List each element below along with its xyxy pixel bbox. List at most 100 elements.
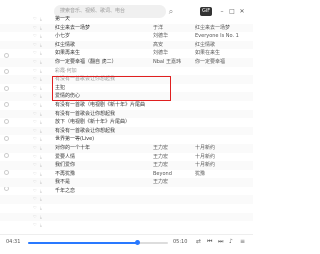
heart-icon[interactable]: ♡ [33, 32, 38, 41]
download-icon[interactable]: ⤓ [40, 101, 45, 110]
table-row[interactable]: ♡ ⤓ 有没有一首歌会让你想起我 [0, 126, 253, 136]
download-icon[interactable]: ⤓ [40, 15, 45, 24]
table-row[interactable]: ♡ ⤓ 世界第一等(Live) [0, 135, 253, 144]
table-row[interactable]: ♡ ⤓ 爱情的伤心 [0, 92, 253, 101]
table-row[interactable]: ♡ ⤓ 对你的一个十年 王力宏 十月新约 [0, 143, 253, 153]
heart-icon[interactable]: ♡ [33, 221, 38, 230]
song-list: ♡ ⤓ 第一天 ♡ ⤓ 红尘来去一场梦 于洋 红尘来去一场梦 ♡ ⤓ 小七岁 刘德华 Everyone … [0, 15, 253, 230]
heart-icon[interactable]: ♡ [33, 92, 38, 101]
song-artist: 高安 [153, 41, 164, 48]
download-icon[interactable]: ⤓ [40, 144, 45, 153]
song-title: 爱要人情 [55, 153, 76, 160]
song-album: 红尘来去一场梦 [195, 24, 231, 31]
play-mode-icon[interactable]: ⇄ [196, 238, 201, 245]
player-bar: 04:31 05:10 ⇄ ⏮ ⏭ ♪ ≡ [0, 234, 253, 254]
download-icon[interactable]: ⤓ [40, 84, 45, 93]
download-icon[interactable]: ⤓ [40, 178, 45, 187]
table-row[interactable]: ♡ ⤓ 小七岁 刘德华 Everyone Is No. 1 [0, 32, 253, 41]
song-artist: 刘德华 [153, 33, 169, 40]
table-row[interactable]: ♡ ⤓ [0, 221, 253, 230]
download-icon[interactable]: ⤓ [40, 110, 45, 119]
heart-icon[interactable]: ♡ [33, 153, 38, 162]
heart-icon[interactable]: ♡ [33, 135, 38, 144]
heart-icon[interactable]: ♡ [33, 161, 38, 170]
download-icon[interactable]: ⤓ [40, 195, 45, 204]
heart-icon[interactable]: ♡ [33, 101, 38, 110]
heart-icon[interactable]: ♡ [33, 144, 38, 153]
heart-icon[interactable]: ♡ [33, 204, 38, 213]
heart-icon[interactable]: ♡ [33, 41, 38, 50]
heart-icon[interactable]: ♡ [33, 75, 38, 84]
song-title: 千年之恋 [55, 187, 76, 194]
table-row[interactable]: ♡ ⤓ 爱要人情 王力宏 十月新约 [0, 153, 253, 162]
download-icon[interactable]: ⤓ [40, 49, 45, 58]
song-album: 十月新约 [195, 153, 216, 160]
download-icon[interactable]: ⤓ [40, 187, 45, 196]
download-icon[interactable]: ⤓ [40, 118, 45, 127]
download-icon[interactable]: ⤓ [40, 213, 45, 222]
table-row[interactable]: ♡ ⤓ [0, 204, 253, 213]
download-icon[interactable]: ⤓ [40, 170, 45, 179]
heart-icon[interactable]: ♡ [33, 84, 38, 93]
table-row[interactable]: ♡ ⤓ 千年之恋 [0, 187, 253, 196]
download-icon[interactable]: ⤓ [40, 24, 45, 33]
table-row[interactable]: ♡ ⤓ 如果再来生 刘德华 如果在来生 [0, 49, 253, 58]
heart-icon[interactable]: ♡ [33, 118, 38, 127]
progress-bar[interactable] [28, 240, 168, 245]
table-row[interactable]: ♡ ⤓ 主犯 [0, 84, 253, 93]
table-row[interactable]: ♡ ⤓ 我不是 王力宏 [0, 178, 253, 187]
next-icon[interactable]: ⏭ [218, 238, 223, 245]
download-icon[interactable]: ⤓ [40, 92, 45, 101]
table-row[interactable]: ♡ ⤓ 有没有一首歌（电视剧《新十年》片尾曲） [0, 101, 253, 110]
heart-icon[interactable]: ♡ [33, 15, 38, 24]
table-row[interactable]: ♡ ⤓ 彩霞·何加 [0, 67, 253, 76]
prev-icon[interactable]: ⏮ [207, 238, 212, 245]
heart-icon[interactable]: ♡ [33, 110, 38, 119]
download-icon[interactable]: ⤓ [40, 221, 45, 230]
table-row[interactable]: ♡ ⤓ [0, 195, 253, 205]
download-icon[interactable]: ⤓ [40, 135, 45, 144]
download-icon[interactable]: ⤓ [40, 58, 45, 67]
heart-icon[interactable]: ♡ [33, 58, 38, 67]
download-icon[interactable]: ⤓ [40, 204, 45, 213]
table-row[interactable]: ♡ ⤓ 红尘情歌 高安 红尘情歌 [0, 40, 253, 50]
heart-icon[interactable]: ♡ [33, 213, 38, 222]
download-icon[interactable]: ⤓ [40, 67, 45, 76]
heart-icon[interactable]: ♡ [33, 24, 38, 33]
table-row[interactable]: ♡ ⤓ 放下（电视剧《新十年》片尾曲） [0, 118, 253, 127]
download-icon[interactable]: ⤓ [40, 75, 45, 84]
table-row[interactable]: ♡ ⤓ 有没有一首歌会让你想起我 [0, 75, 253, 84]
heart-icon[interactable]: ♡ [33, 187, 38, 196]
song-album: 你一定要幸福 [195, 58, 226, 65]
heart-icon[interactable]: ♡ [33, 67, 38, 76]
download-icon[interactable]: ⤓ [40, 153, 45, 162]
table-row[interactable]: ♡ ⤓ 你一定要幸福（翻自 虎二） Nbal 王嘉玮 你一定要幸福 [0, 57, 253, 67]
table-row[interactable]: ♡ ⤓ 我们爱你 王力宏 十月新约 [0, 161, 253, 170]
download-icon[interactable]: ⤓ [40, 41, 45, 50]
heart-icon[interactable]: ♡ [33, 170, 38, 179]
song-album: Everyone Is No. 1 [195, 33, 239, 40]
heart-icon[interactable]: ♡ [33, 127, 38, 136]
table-row[interactable]: ♡ ⤓ 第一天 [0, 15, 253, 24]
table-row[interactable]: ♡ ⤓ 不再犹豫 Beyond 犹豫 [0, 170, 253, 179]
song-album: 犹豫 [195, 170, 206, 177]
song-artist: 王力宏 [153, 179, 169, 186]
heart-icon[interactable]: ♡ [33, 178, 38, 187]
total-time: 05:10 [173, 239, 188, 245]
volume-icon[interactable]: ♪ [229, 238, 233, 245]
download-icon[interactable]: ⤓ [40, 161, 45, 170]
progress-knob[interactable] [134, 240, 140, 245]
download-icon[interactable]: ⤓ [40, 32, 45, 41]
song-title: 放下（电视剧《新十年》片尾曲） [55, 119, 131, 126]
song-title: 有没有一首歌（电视剧《新十年》片尾曲） [55, 101, 145, 108]
table-row[interactable]: ♡ ⤓ 红尘来去一场梦 于洋 红尘来去一场梦 [0, 23, 253, 33]
list-icon[interactable]: ≡ [240, 238, 245, 245]
song-title: 红尘情歌 [55, 41, 76, 48]
heart-icon[interactable]: ♡ [33, 49, 38, 58]
song-album: 十月新约 [195, 162, 216, 169]
heart-icon[interactable]: ♡ [33, 195, 38, 204]
song-title: 爱情的伤心 [55, 93, 81, 100]
download-icon[interactable]: ⤓ [40, 127, 45, 136]
table-row[interactable]: ♡ ⤓ [0, 212, 253, 222]
table-row[interactable]: ♡ ⤓ 有没有一首歌会让你想起我 [0, 109, 253, 119]
